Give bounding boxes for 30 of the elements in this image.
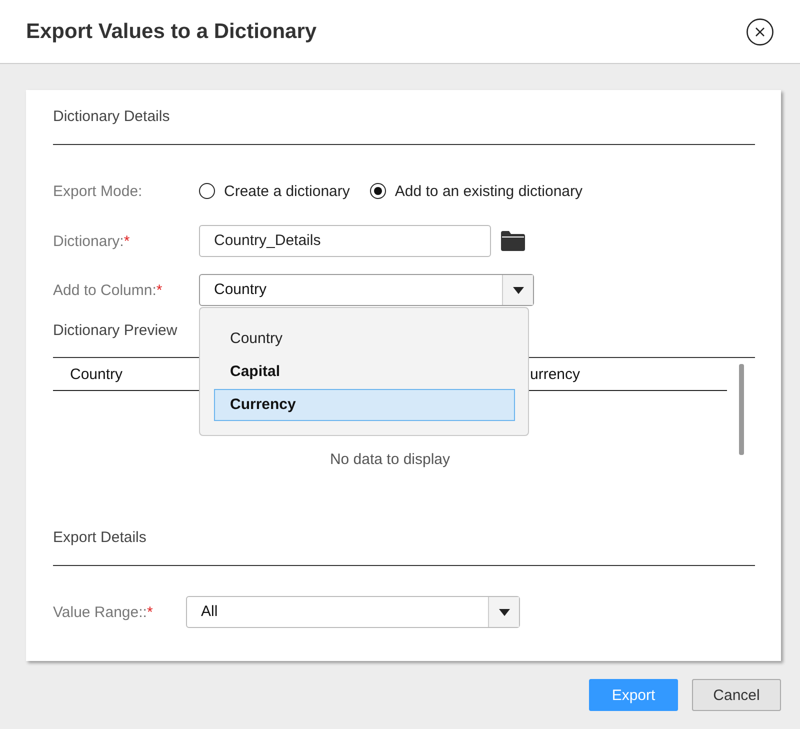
caret-icon — [498, 608, 510, 616]
menu-item[interactable]: Country — [214, 323, 515, 355]
radio-label: Create a dictionary — [224, 182, 350, 200]
field-label: Value Range:: — [53, 604, 147, 620]
radio-button[interactable] — [370, 183, 386, 199]
scrollbar-thumb[interactable] — [738, 364, 744, 455]
required-mark: * — [146, 604, 153, 620]
dictionary-field[interactable]: Country_Details — [199, 225, 491, 257]
menu-item[interactable]: Currency — [214, 389, 515, 421]
radio-button[interactable] — [199, 183, 215, 199]
value-range-select[interactable]: All — [186, 596, 520, 628]
column-select[interactable]: Country — [199, 274, 534, 306]
close-icon[interactable] — [746, 18, 774, 46]
field-label: Add to Column: — [53, 282, 156, 298]
menu-item[interactable]: Capital — [214, 356, 515, 388]
field-label: Dictionary: — [53, 232, 124, 250]
secondary-button[interactable]: Cancel — [692, 679, 781, 711]
required-mark: * — [156, 282, 162, 298]
caret-icon — [512, 286, 524, 294]
required-mark: * — [124, 232, 130, 250]
radio-label: Add to an existing dictionary — [394, 182, 583, 200]
section-title: Dictionary Preview — [53, 321, 178, 341]
column-header: urrency — [530, 366, 580, 382]
dialog-title: Export Values to a Dictionary — [26, 20, 317, 44]
section-title: Dictionary Details — [53, 107, 170, 127]
empty-message: No data to display — [330, 451, 450, 468]
section-title: Export Details — [53, 528, 146, 548]
field-label: Export Mode: — [53, 182, 142, 200]
folder-icon[interactable] — [501, 231, 525, 251]
column-header: Country — [70, 366, 123, 382]
